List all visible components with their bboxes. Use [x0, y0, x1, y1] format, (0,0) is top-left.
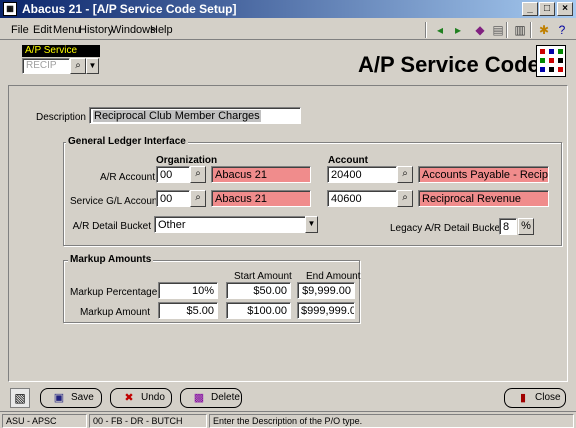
menu-windows[interactable]: Windows: [111, 24, 156, 36]
search-icon[interactable]: ⌕: [190, 190, 206, 207]
markup-percentage-end-input[interactable]: $9,999.00: [297, 282, 355, 299]
toolbar-separator: [506, 22, 508, 38]
chevron-down-icon[interactable]: ▼: [305, 216, 318, 233]
legacy-bucket-input[interactable]: 8: [499, 218, 517, 235]
ar-detail-bucket-label: A/R Detail Bucket: [72, 221, 151, 232]
menu-help[interactable]: Help: [150, 24, 173, 36]
close-button[interactable]: ▮ Close: [504, 388, 566, 408]
status-module: ASU - APSC: [2, 414, 87, 428]
account-header: Account: [328, 155, 368, 166]
ar-detail-bucket-select[interactable]: Other: [154, 216, 307, 233]
status-bar: ASU - APSC 00 - FB - DR - BUTCH Enter th…: [0, 411, 576, 428]
ar-org-code-input[interactable]: 00: [156, 166, 190, 183]
organization-header: Organization: [156, 155, 218, 166]
markup-percentage-label: Markup Percentage: [70, 287, 158, 298]
service-org-code-input[interactable]: 00: [156, 190, 190, 207]
gl-interface-title: General Ledger Interface: [66, 136, 188, 147]
ar-account-code-input[interactable]: 20400: [327, 166, 397, 183]
legacy-bucket-label: Legacy A/R Detail Bucket: [390, 223, 503, 234]
service-code-input[interactable]: RECIP: [22, 58, 70, 74]
app-icon: ▦: [3, 2, 17, 16]
abacus-logo: [536, 45, 566, 77]
search-icon[interactable]: ⌕: [190, 166, 206, 183]
close-door-icon: ▮: [519, 392, 527, 404]
start-amount-header: Start Amount: [234, 271, 292, 282]
status-message: Enter the Description of the P/O type.: [209, 414, 574, 428]
search-icon[interactable]: ⌕: [397, 190, 413, 207]
gem-icon[interactable]: ◆: [471, 21, 489, 39]
page-title: A/P Service Codes: [358, 52, 553, 77]
service-org-name: Abacus 21: [211, 190, 311, 207]
save-button[interactable]: ▣ Save: [40, 388, 102, 408]
service-gl-label: Service G/L Account: [70, 196, 161, 207]
ar-account-label: A/R Account: [99, 172, 155, 183]
delete-button[interactable]: ▩ Delete: [180, 388, 242, 408]
markup-percentage-start-input[interactable]: $50.00: [226, 282, 291, 299]
chevron-down-icon[interactable]: ▼: [86, 58, 99, 74]
minimize-button[interactable]: _: [522, 2, 538, 16]
title-bar: ▦ Abacus 21 - [A/P Service Code Setup] _…: [0, 0, 576, 18]
maximize-button[interactable]: □: [539, 2, 555, 16]
close-window-button[interactable]: ×: [557, 2, 573, 16]
markup-amount-start-input[interactable]: $100.00: [226, 302, 291, 319]
search-icon[interactable]: ⌕: [397, 166, 413, 183]
back-arrow-icon[interactable]: ◂: [431, 21, 449, 39]
menu-history[interactable]: History: [79, 24, 113, 36]
help-pointer-icon[interactable]: ?: [553, 21, 571, 39]
description-input[interactable]: Reciprocal Club Member Charges: [89, 107, 301, 124]
service-account-code-input[interactable]: 40600: [327, 190, 397, 207]
undo-icon: ✖: [124, 392, 134, 404]
window-title: Abacus 21 - [A/P Service Code Setup]: [22, 2, 237, 16]
calculator-icon[interactable]: ▥: [511, 21, 529, 39]
save-icon: ▣: [53, 392, 65, 404]
ar-org-name: Abacus 21: [211, 166, 311, 183]
ar-account-name: Accounts Payable - Reciprocal: [418, 166, 549, 183]
description-value: Reciprocal Club Member Charges: [93, 110, 261, 122]
menu-menu[interactable]: Menu: [53, 24, 81, 36]
notes-icon[interactable]: ▧: [10, 388, 30, 408]
description-label: Description: [35, 112, 86, 123]
search-icon[interactable]: ⌕: [70, 58, 86, 74]
undo-button[interactable]: ✖ Undo: [110, 388, 172, 408]
stack-icon[interactable]: ▤: [489, 21, 507, 39]
end-amount-header: End Amount: [306, 271, 361, 282]
toolbar-separator: [425, 22, 427, 38]
menu-edit[interactable]: Edit: [33, 24, 52, 36]
markup-amount-end-input[interactable]: $999,999.00: [297, 302, 355, 319]
forward-arrow-icon[interactable]: ▸: [449, 21, 467, 39]
markup-amount-input[interactable]: $5.00: [158, 302, 218, 319]
markup-amount-label: Markup Amount: [79, 307, 150, 318]
markup-percentage-input[interactable]: 10%: [158, 282, 218, 299]
service-code-label: A/P Service Code: [22, 45, 100, 68]
menu-file[interactable]: File: [11, 24, 29, 36]
runner-icon[interactable]: ✱: [535, 21, 553, 39]
status-user: 00 - FB - DR - BUTCH: [89, 414, 207, 428]
toolbar-separator: [530, 22, 532, 38]
delete-icon: ▩: [193, 392, 205, 404]
percent-edit-icon[interactable]: %: [518, 218, 534, 235]
service-account-name: Reciprocal Revenue: [418, 190, 549, 207]
markup-amounts-title: Markup Amounts: [68, 254, 154, 265]
